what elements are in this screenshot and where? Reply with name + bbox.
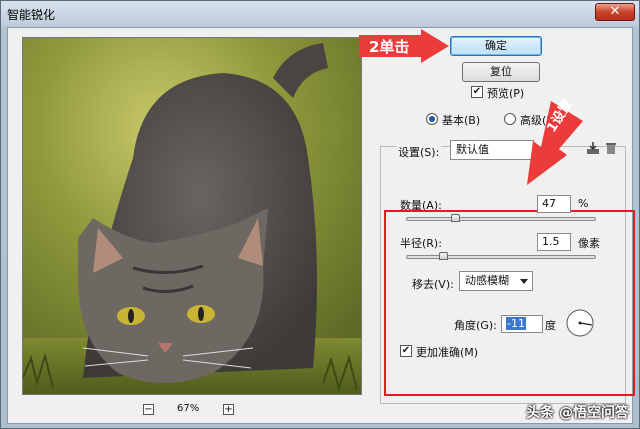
more-accurate-label: 更加准确(M) xyxy=(416,346,479,359)
remove-value: 动感模糊 xyxy=(465,274,509,287)
watermark: 头条 @悟空问答 xyxy=(526,405,629,421)
angle-input[interactable]: -11 xyxy=(501,315,543,333)
amount-unit: % xyxy=(578,197,589,210)
step2-annotation: 2单击 xyxy=(369,38,410,56)
window-title: 智能锐化 xyxy=(7,8,56,22)
zoom-bar: − 67% + xyxy=(143,402,243,418)
radius-input[interactable]: 1.5 xyxy=(537,233,571,251)
title-bar[interactable]: 智能锐化 ✕ xyxy=(1,1,639,27)
zoom-out-button[interactable]: − xyxy=(143,404,154,415)
radius-unit: 像素 xyxy=(578,237,600,250)
preview-image[interactable] xyxy=(22,37,362,395)
radius-slider[interactable] xyxy=(406,255,596,259)
basic-radio[interactable] xyxy=(426,113,438,125)
amount-slider[interactable] xyxy=(406,217,596,221)
remove-select[interactable]: 动感模糊 xyxy=(459,271,533,291)
settings-value: 默认值 xyxy=(456,143,489,156)
angle-unit: 度 xyxy=(545,319,556,332)
preview-checkbox[interactable]: ✔ xyxy=(471,86,483,98)
settings-label: 设置(S): xyxy=(396,144,442,160)
radius-slider-thumb[interactable] xyxy=(439,252,448,260)
chevron-down-icon xyxy=(520,279,528,284)
radius-label: 半径(R): xyxy=(400,237,442,250)
angle-label: 角度(G): xyxy=(454,319,497,332)
dialog-client: − 67% + 确定 复位 ✔ 预览(P) 基本(B) 高级(D) 设置(S):… xyxy=(7,27,635,424)
zoom-level: 67% xyxy=(177,403,200,414)
cat-photo xyxy=(23,38,361,394)
angle-value: -11 xyxy=(506,317,526,330)
dialog-window: 智能锐化 ✕ − 67% + 确定 复位 ✔ 预览(P) 基本(B) 高级(D)… xyxy=(0,0,640,429)
angle-dial-icon[interactable] xyxy=(565,308,595,338)
more-accurate-checkbox[interactable]: ✔ xyxy=(400,345,412,357)
remove-label: 移去(V): xyxy=(412,278,454,291)
amount-slider-thumb[interactable] xyxy=(451,214,460,222)
amount-label: 数量(A): xyxy=(400,199,442,212)
amount-input[interactable]: 47 xyxy=(537,195,571,213)
ok-button[interactable]: 确定 xyxy=(450,36,542,56)
basic-label: 基本(B) xyxy=(442,114,481,127)
zoom-in-button[interactable]: + xyxy=(223,404,234,415)
close-button[interactable]: ✕ xyxy=(595,3,635,21)
reset-button[interactable]: 复位 xyxy=(462,62,540,82)
preview-label: 预览(P) xyxy=(487,87,525,100)
trash-icon[interactable] xyxy=(604,141,618,155)
